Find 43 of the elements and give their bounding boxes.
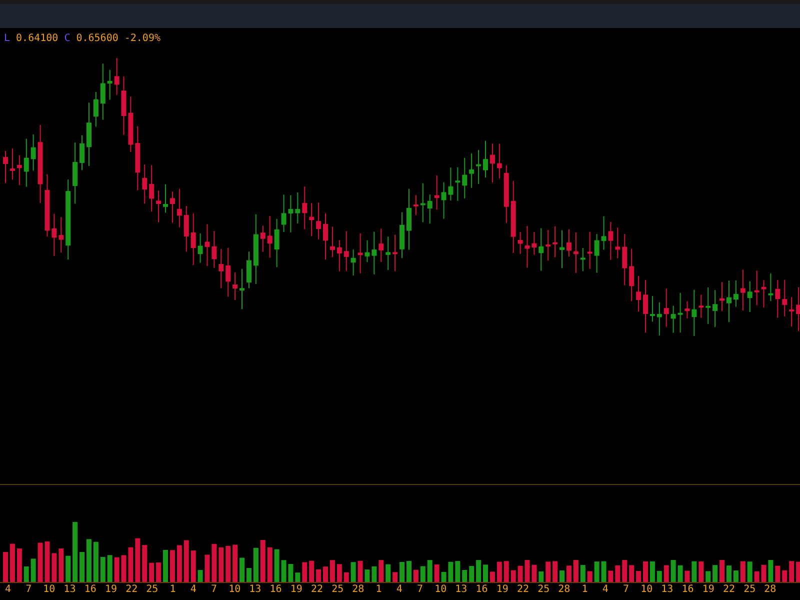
axis-date-label: 10 bbox=[434, 584, 447, 596]
axis-date-label: 16 bbox=[682, 584, 694, 596]
legend-value: 0.65600 bbox=[76, 32, 118, 44]
axis-date-label: 1 bbox=[582, 584, 588, 596]
axis-date-label: 19 bbox=[104, 584, 118, 596]
axis-date-label: 4 bbox=[4, 584, 12, 596]
axis-date-label: 4 bbox=[602, 584, 608, 596]
axis-date-label: 4 bbox=[396, 584, 402, 596]
axis-date-label: 28 bbox=[558, 584, 570, 596]
axis-date-label: 7 bbox=[622, 584, 630, 596]
axis-date-label: 13 bbox=[661, 584, 674, 596]
axis-date-label: 16 bbox=[270, 584, 282, 596]
change-percent: -2.09% bbox=[124, 32, 160, 44]
axis-date-label: 25 bbox=[146, 584, 158, 596]
axis-date-label: 16 bbox=[476, 584, 488, 596]
axis-date-label: 10 bbox=[640, 584, 653, 596]
axis-date-label: 7 bbox=[26, 584, 32, 596]
axis-date-label: 7 bbox=[416, 584, 424, 596]
axis-date-label: 19 bbox=[702, 584, 714, 596]
axis-date-label: 1 bbox=[376, 584, 382, 596]
axis-date-label: 19 bbox=[290, 584, 302, 596]
axis-date-label: 10 bbox=[43, 584, 56, 596]
axis-date-label: 28 bbox=[352, 584, 364, 596]
axis-date-label: 13 bbox=[455, 584, 468, 596]
axis-date-label: 22 bbox=[516, 584, 530, 596]
axis-date-label: 25 bbox=[538, 584, 550, 596]
axis-date-label: 4 bbox=[190, 584, 196, 596]
legend-label: C bbox=[64, 32, 70, 44]
legend-value: 0.64100 bbox=[16, 32, 58, 44]
axis-date-label: 19 bbox=[496, 584, 508, 596]
axis-date-label: 22 bbox=[126, 584, 138, 596]
axis-date-label: 28 bbox=[764, 584, 776, 596]
axis-date-label: 25 bbox=[744, 584, 756, 596]
axis-date-label: 1 bbox=[170, 584, 176, 596]
axis-date-label: 22 bbox=[310, 584, 324, 596]
axis-date-label: 16 bbox=[84, 584, 96, 596]
axis-date-label: 25 bbox=[332, 584, 344, 596]
legend-label: L bbox=[4, 32, 10, 44]
axis-date-label: 22 bbox=[722, 584, 736, 596]
axis-date-label: 13 bbox=[64, 584, 76, 596]
axis-date-label: 7 bbox=[210, 584, 218, 596]
axis-date-label: 13 bbox=[249, 584, 262, 596]
axis-date-label: 10 bbox=[228, 584, 241, 596]
